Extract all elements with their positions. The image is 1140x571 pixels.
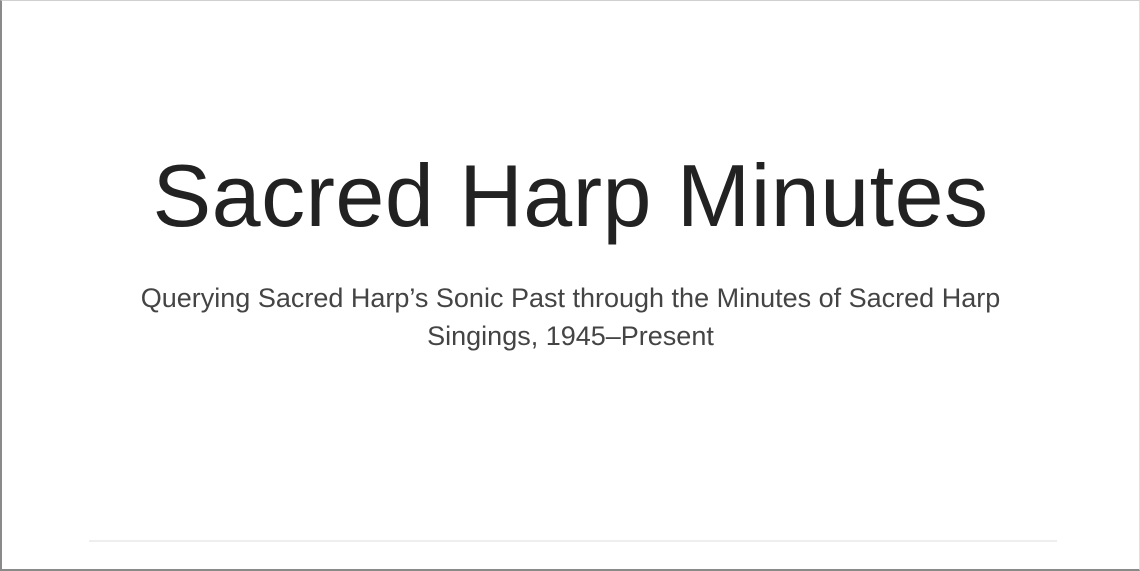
page-frame: Sacred Harp Minutes Querying Sacred Harp… [0,0,1140,571]
divider [89,540,1057,542]
page-title: Sacred Harp Minutes [152,146,989,245]
page-subtitle: Querying Sacred Harp’s Sonic Past throug… [140,283,1001,351]
